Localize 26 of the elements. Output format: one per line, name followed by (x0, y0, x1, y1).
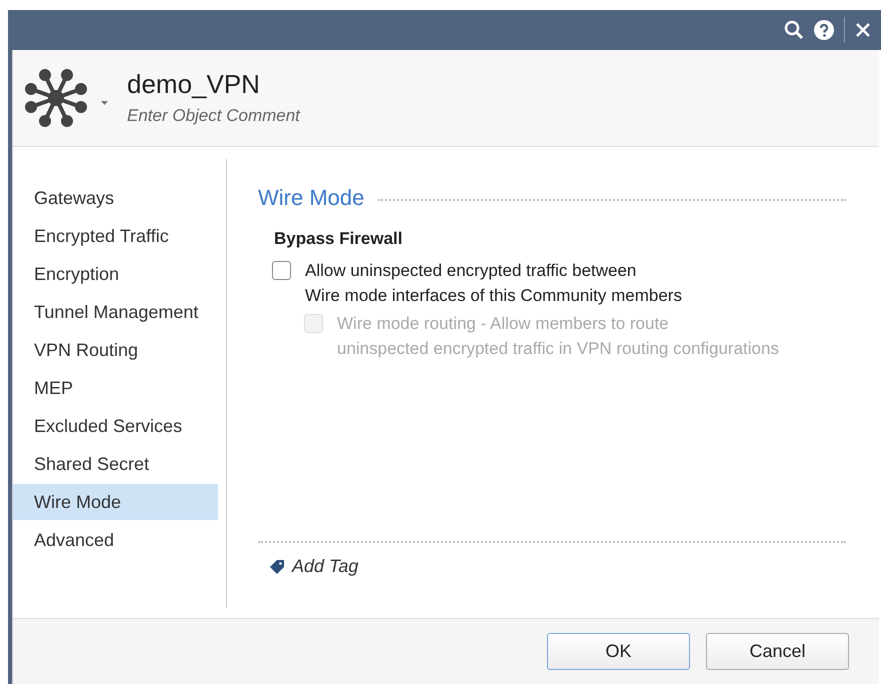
search-icon[interactable] (784, 20, 804, 40)
network-icon (25, 67, 87, 129)
tag-icon[interactable] (270, 560, 284, 574)
sidebar-item[interactable]: Shared Secret (13, 446, 218, 482)
sidebar-item[interactable]: Gateways (13, 180, 218, 216)
object-name: demo_VPN (127, 68, 261, 102)
close-icon[interactable] (855, 22, 871, 38)
sidebar-item[interactable]: Advanced (13, 522, 218, 558)
sidebar-item[interactable]: VPN Routing (13, 332, 218, 368)
section-title: Wire Mode (258, 184, 364, 212)
ok-button[interactable]: OK (547, 633, 690, 670)
sidebar-item[interactable]: MEP (13, 370, 218, 406)
sidebar-item[interactable]: Excluded Services (13, 408, 218, 444)
sidebar-item[interactable]: Wire Mode (13, 484, 218, 520)
cancel-button[interactable]: Cancel (706, 633, 849, 670)
sidebar-item[interactable]: Encryption (13, 256, 218, 292)
caret-icon[interactable] (101, 101, 108, 105)
comment-field[interactable]: Enter Object Comment (127, 103, 427, 129)
sidebar-item[interactable]: Tunnel Management (13, 294, 218, 330)
option-label: Allow uninspected encrypted traffic between Wire mode interfaces of this Community members (305, 260, 682, 306)
sidebar-item[interactable]: Encrypted Traffic (13, 218, 218, 254)
checkbox[interactable] (272, 260, 291, 280)
add-tag-link[interactable]: Add Tag (292, 553, 358, 580)
help-icon[interactable] (814, 20, 834, 40)
option-label: Wire mode routing - Allow members to route uninspected encrypted traffic in VPN routing configurations (337, 312, 779, 360)
group-label: Bypass Firewall (274, 228, 404, 250)
